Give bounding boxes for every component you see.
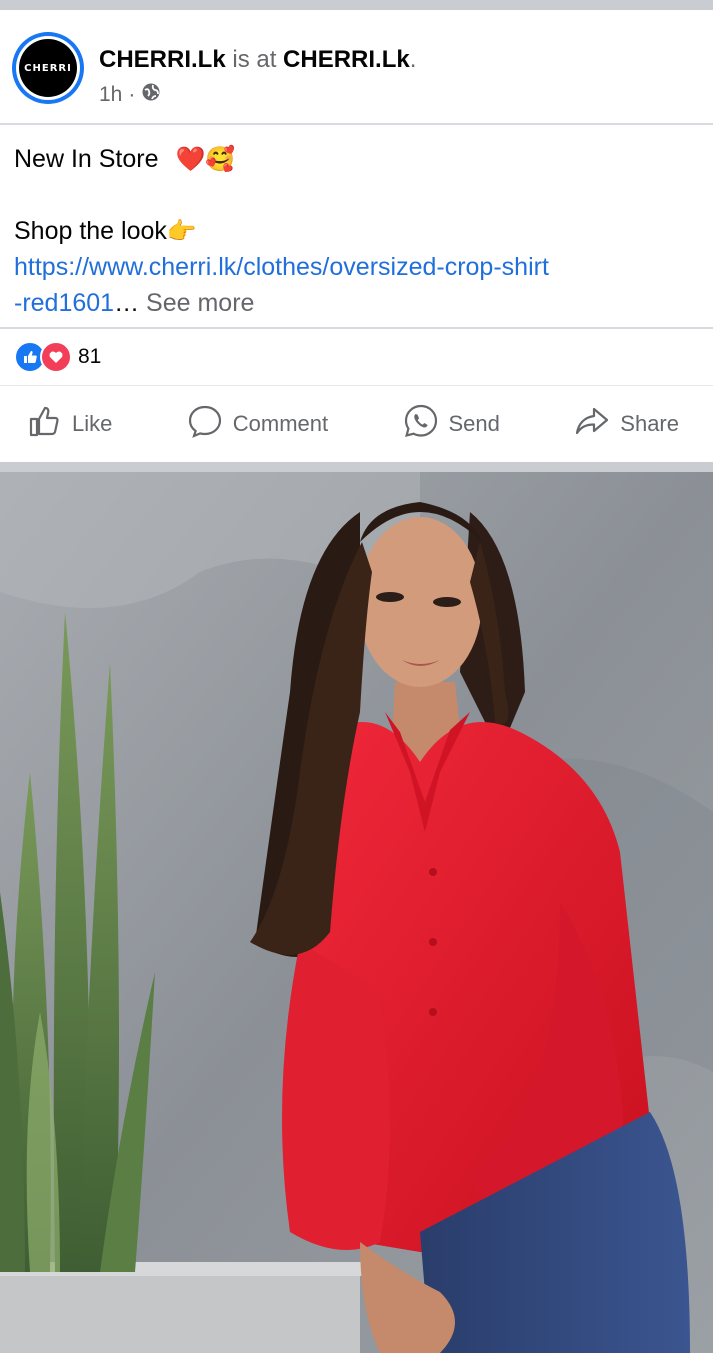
share-arrow-icon (574, 403, 610, 445)
like-label: Like (72, 411, 113, 436)
product-link-cont[interactable]: -red1601 (14, 289, 114, 317)
period-text: . (409, 46, 417, 73)
post-photo[interactable] (0, 472, 713, 1353)
photo-illustration (0, 472, 713, 1353)
comment-label: Comment (232, 411, 329, 436)
pointing-hand-emoji-icon: 👉 (166, 217, 197, 245)
post-title: CHERRI.Lk is at CHERRI.Lk. (99, 46, 416, 74)
is-at-text: is at (232, 46, 277, 73)
shop-the-look-text: Shop the look (14, 217, 167, 245)
page-name-link[interactable]: CHERRI.Lk (99, 46, 226, 73)
send-button[interactable]: Send (403, 403, 500, 445)
comment-bubble-icon (187, 403, 223, 445)
post-meta: 1h · (99, 82, 161, 108)
link-line-1: https://www.cherri.lk/clothes/oversized-… (14, 249, 699, 285)
reaction-count: 81 (78, 345, 102, 368)
avatar-logo: CHERRI (19, 39, 77, 97)
photo-separator (0, 462, 713, 472)
action-bar: Like Comment Send Share (0, 386, 713, 462)
post-header: CHERRI CHERRI.Lk is at CHERRI.Lk. 1h · (0, 10, 713, 123)
comment-button[interactable]: Comment (187, 403, 328, 445)
love-reaction-icon (40, 341, 72, 373)
like-button[interactable]: Like (28, 404, 112, 444)
post-time[interactable]: 1h (99, 83, 122, 107)
text-line-1: New In Store ❤️🥰 (14, 141, 699, 177)
product-link[interactable]: https://www.cherri.lk/clothes/oversized-… (14, 253, 549, 281)
reaction-icons (14, 341, 72, 373)
reactions-bar[interactable]: 81 (0, 329, 713, 385)
feed-top-separator (0, 0, 713, 10)
thumbs-up-icon (28, 404, 62, 444)
location-link[interactable]: CHERRI.Lk (283, 46, 410, 73)
see-more-link[interactable]: See more (146, 289, 254, 317)
page-avatar[interactable]: CHERRI (12, 32, 84, 104)
globe-icon (141, 82, 161, 108)
link-line-2: -red1601… See more (14, 285, 699, 321)
share-label: Share (620, 411, 679, 436)
share-button[interactable]: Share (574, 403, 679, 445)
whatsapp-icon (403, 403, 439, 445)
ellipsis: … (114, 289, 140, 317)
post-text: New In Store ❤️🥰 Shop the look👉 https://… (0, 125, 713, 327)
text-line-2: Shop the look👉 (14, 213, 699, 249)
avatar-ring: CHERRI (16, 36, 80, 100)
new-in-store-text: New In Store (14, 145, 159, 173)
send-label: Send (448, 411, 500, 436)
meta-separator: · (128, 83, 136, 106)
heart-emoji-icon: ❤️🥰 (175, 145, 236, 173)
